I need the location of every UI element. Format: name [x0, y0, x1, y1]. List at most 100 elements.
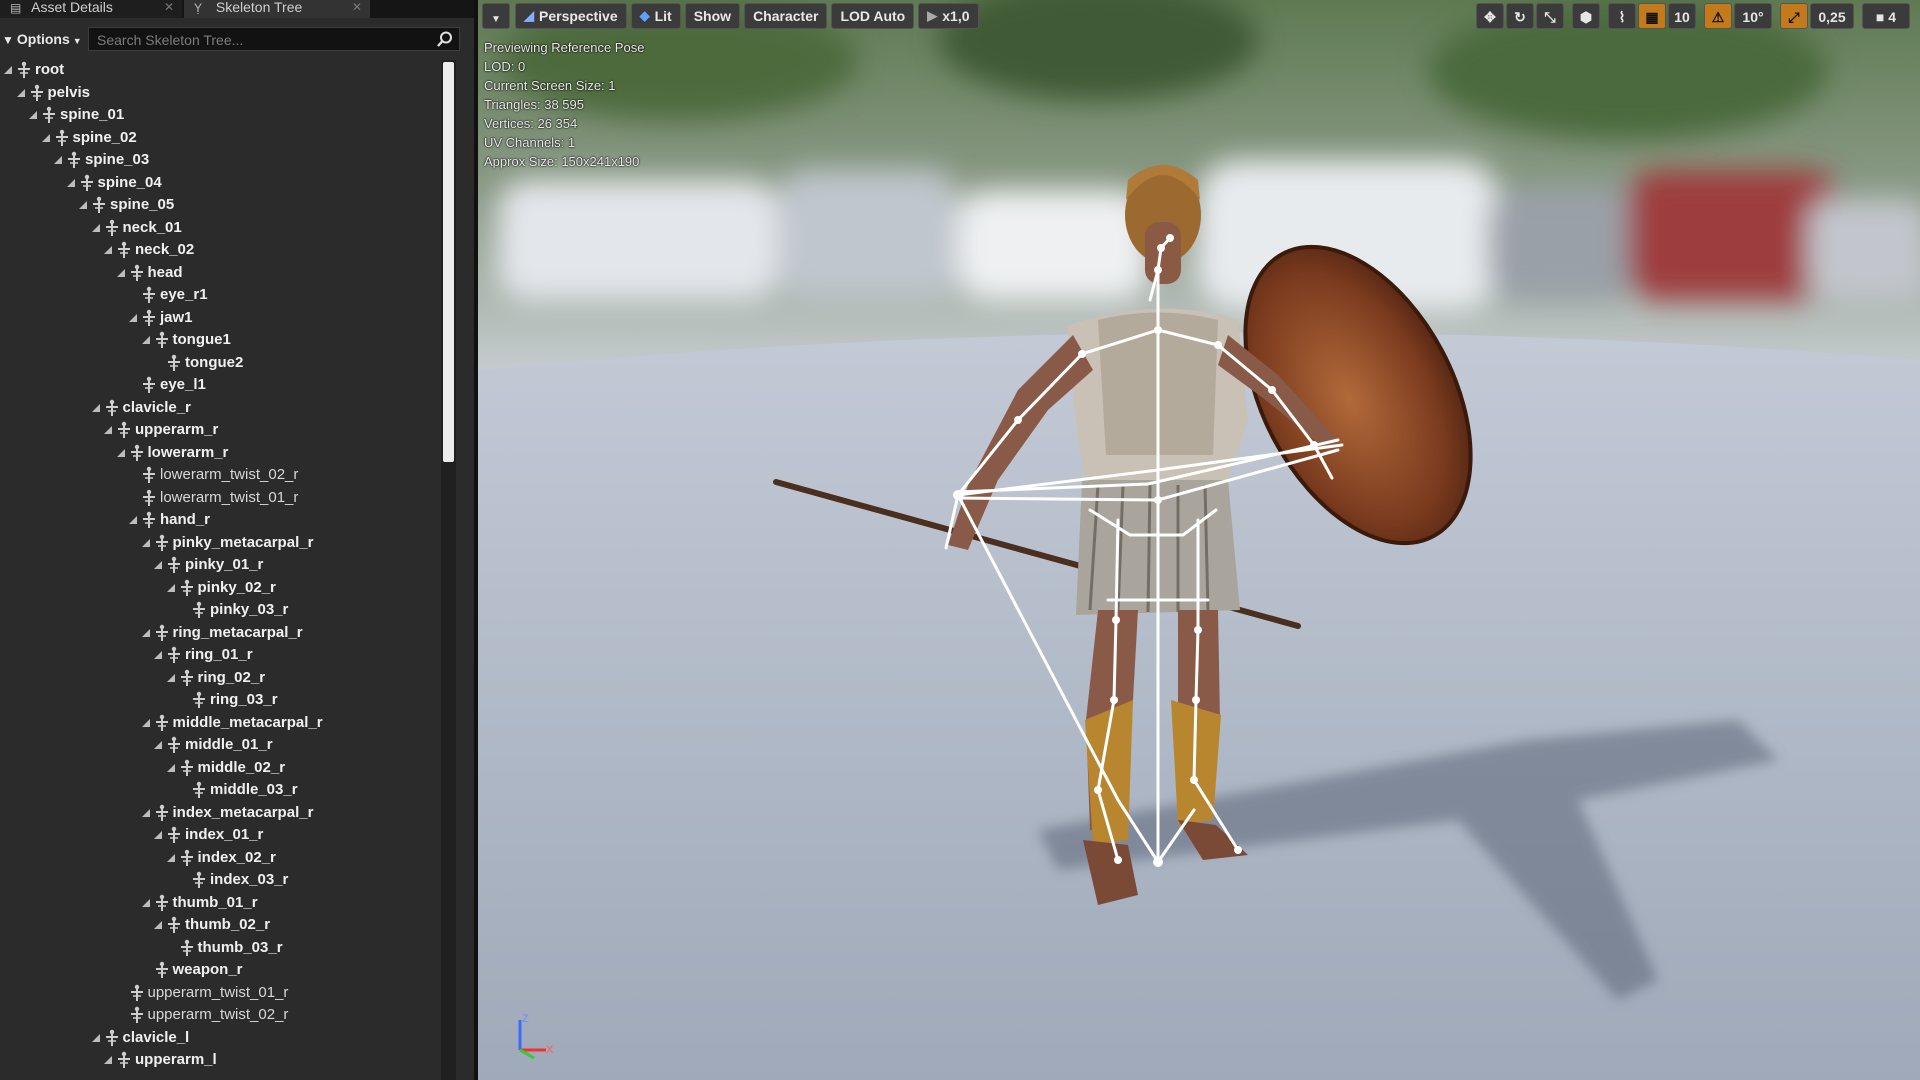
camera-speed-button[interactable]: ■ 4: [1862, 3, 1910, 29]
expand-arrow-icon[interactable]: [165, 672, 177, 684]
grid-snap-value[interactable]: 10: [1668, 3, 1696, 29]
tree-row-bone[interactable]: pelvis: [15, 82, 90, 104]
expand-arrow-icon[interactable]: [152, 919, 164, 931]
tree-row-bone[interactable]: lowerarm_r: [115, 442, 228, 464]
viewport[interactable]: ▼ ◢ Perspective ◆ Lit Show Character LOD…: [478, 0, 1920, 1080]
tree-row-bone[interactable]: thumb_01_r: [140, 892, 258, 914]
tree-row-bone[interactable]: pinky_metacarpal_r: [140, 532, 313, 554]
tree-row-bone[interactable]: spine_01: [27, 104, 124, 126]
tree-row-bone[interactable]: index_01_r: [152, 824, 263, 846]
playback-speed-button[interactable]: ▶ x1,0: [918, 3, 979, 29]
tab-skeleton-tree[interactable]: Ỵ Skeleton Tree ✕: [184, 0, 370, 18]
viewport-menu-button[interactable]: ▼: [482, 3, 510, 29]
expand-arrow-icon[interactable]: [140, 897, 152, 909]
tree-row-bone[interactable]: head: [115, 262, 183, 284]
tree-row-bone[interactable]: index_03_r: [177, 869, 288, 891]
expand-arrow-icon[interactable]: [65, 177, 77, 189]
tab-asset-details[interactable]: ▤ Asset Details ✕: [0, 0, 182, 18]
tree-row-bone[interactable]: tongue1: [140, 329, 231, 351]
tree-row-bone[interactable]: ring_metacarpal_r: [140, 622, 303, 644]
tree-row-bone[interactable]: middle_metacarpal_r: [140, 712, 323, 734]
expand-arrow-icon[interactable]: [40, 132, 52, 144]
tree-scrollbar[interactable]: [441, 60, 456, 1080]
tree-row-bone[interactable]: pinky_01_r: [152, 554, 263, 576]
scale-snap-value[interactable]: 0,25: [1810, 3, 1854, 29]
tree-row-bone[interactable]: hand_r: [127, 509, 210, 531]
expand-arrow-icon[interactable]: [152, 649, 164, 661]
expand-arrow-icon[interactable]: [90, 222, 102, 234]
tree-row-bone[interactable]: pinky_02_r: [165, 577, 276, 599]
tree-row-bone[interactable]: pinky_03_r: [177, 599, 288, 621]
lod-button[interactable]: LOD Auto: [831, 3, 915, 29]
perspective-button[interactable]: ◢ Perspective: [515, 3, 627, 29]
expand-arrow-icon[interactable]: [165, 852, 177, 864]
tree-row-bone[interactable]: middle_03_r: [177, 779, 298, 801]
tree-row-bone[interactable]: upperarm_l: [102, 1049, 217, 1071]
tree-row-bone[interactable]: middle_02_r: [165, 757, 285, 779]
tree-row-bone[interactable]: index_02_r: [165, 847, 276, 869]
scale-snap-icon[interactable]: ⤢: [1780, 3, 1808, 29]
expand-arrow-icon[interactable]: [127, 514, 139, 526]
expand-arrow-icon[interactable]: [15, 87, 27, 99]
tree-row-bone[interactable]: spine_02: [40, 127, 137, 149]
expand-arrow-icon[interactable]: [52, 154, 64, 166]
tree-row-bone[interactable]: ring_01_r: [152, 644, 253, 666]
rotation-snap-value[interactable]: 10°: [1734, 3, 1772, 29]
rotate-icon[interactable]: ↻: [1506, 3, 1534, 29]
options-dropdown[interactable]: ▼ Options ▼: [2, 28, 82, 50]
tree-row-bone[interactable]: thumb_03_r: [165, 937, 283, 959]
expand-arrow-icon[interactable]: [115, 267, 127, 279]
surface-snap-icon[interactable]: ⌇: [1608, 3, 1636, 29]
tree-row-bone[interactable]: spine_03: [52, 149, 149, 171]
tree-row-bone[interactable]: thumb_02_r: [152, 914, 270, 936]
tree-row-bone[interactable]: clavicle_l: [90, 1027, 189, 1049]
tree-row-bone[interactable]: clavicle_r: [90, 397, 191, 419]
expand-arrow-icon[interactable]: [165, 762, 177, 774]
tree-row-bone[interactable]: spine_04: [65, 172, 162, 194]
expand-arrow-icon[interactable]: [140, 807, 152, 819]
expand-arrow-icon[interactable]: [102, 424, 114, 436]
tree-row-bone[interactable]: weapon_r: [140, 959, 243, 981]
tree-row-bone[interactable]: neck_01: [90, 217, 182, 239]
expand-arrow-icon[interactable]: [140, 334, 152, 346]
expand-arrow-icon[interactable]: [2, 64, 14, 76]
tree-row-bone[interactable]: eye_r1: [127, 284, 208, 306]
tree-row-bone[interactable]: eye_l1: [127, 374, 206, 396]
expand-arrow-icon[interactable]: [77, 199, 89, 211]
expand-arrow-icon[interactable]: [140, 537, 152, 549]
scale-icon[interactable]: ⤡: [1536, 3, 1564, 29]
tree-row-bone[interactable]: neck_02: [102, 239, 194, 261]
show-button[interactable]: Show: [684, 3, 741, 29]
close-icon[interactable]: ✕: [164, 0, 174, 15]
expand-arrow-icon[interactable]: [165, 582, 177, 594]
expand-arrow-icon[interactable]: [152, 739, 164, 751]
lit-button[interactable]: ◆ Lit: [630, 3, 681, 29]
tree-row-bone[interactable]: spine_05: [77, 194, 174, 216]
expand-arrow-icon[interactable]: [115, 447, 127, 459]
grid-snap-icon[interactable]: ▦: [1638, 3, 1666, 29]
expand-arrow-icon[interactable]: [152, 559, 164, 571]
rotation-snap-icon[interactable]: ⚠: [1704, 3, 1732, 29]
close-icon[interactable]: ✕: [352, 0, 362, 15]
expand-arrow-icon[interactable]: [90, 1032, 102, 1044]
expand-arrow-icon[interactable]: [90, 402, 102, 414]
expand-arrow-icon[interactable]: [152, 829, 164, 841]
tree-row-bone[interactable]: upperarm_twist_02_r: [115, 1004, 288, 1026]
search-icon[interactable]: [436, 30, 454, 48]
tree-row-bone[interactable]: upperarm_r: [102, 419, 218, 441]
translate-icon[interactable]: ✥: [1476, 3, 1504, 29]
tree-row-bone[interactable]: ring_03_r: [177, 689, 278, 711]
expand-arrow-icon[interactable]: [102, 1054, 114, 1066]
tree-row-bone[interactable]: jaw1: [127, 307, 193, 329]
expand-arrow-icon[interactable]: [140, 717, 152, 729]
tree-row-bone[interactable]: ring_02_r: [165, 667, 265, 689]
world-local-icon[interactable]: ⬢: [1572, 3, 1600, 29]
character-button[interactable]: Character: [744, 3, 828, 29]
tree-row-bone[interactable]: lowerarm_twist_01_r: [127, 487, 298, 509]
tree-row-bone[interactable]: root: [2, 59, 64, 81]
expand-arrow-icon[interactable]: [140, 627, 152, 639]
tree-row-bone[interactable]: lowerarm_twist_02_r: [127, 464, 298, 486]
expand-arrow-icon[interactable]: [102, 244, 114, 256]
tree-row-bone[interactable]: index_metacarpal_r: [140, 802, 313, 824]
expand-arrow-icon[interactable]: [27, 109, 39, 121]
